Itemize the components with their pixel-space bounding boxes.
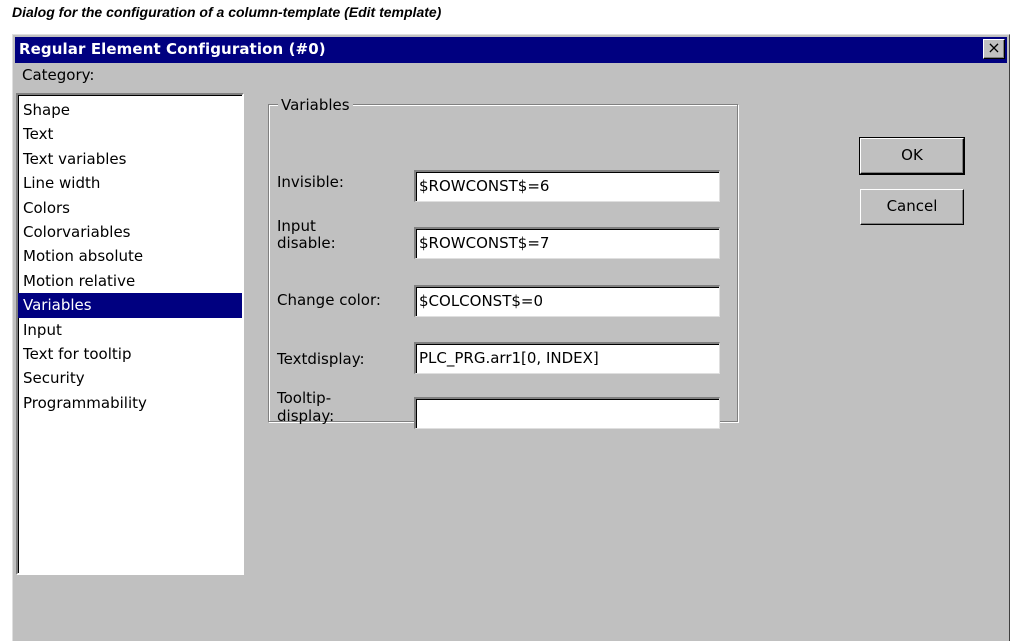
textdisplay-label: Textdisplay:: [277, 350, 365, 368]
list-item-selected[interactable]: Variables: [18, 293, 242, 318]
change-color-field[interactable]: $COLCONST$=0: [414, 285, 720, 317]
tooltip-display-label-line2: display:: [277, 407, 335, 425]
dialog-title: Regular Element Configuration (#0): [19, 40, 326, 58]
list-item[interactable]: Input: [18, 318, 242, 342]
groupbox-title: Variables: [278, 96, 353, 114]
list-item[interactable]: Security: [18, 366, 242, 390]
list-item[interactable]: Motion absolute: [18, 244, 242, 268]
list-item[interactable]: Text variables: [18, 147, 242, 171]
variables-groupbox: [268, 104, 738, 422]
list-item[interactable]: Colorvariables: [18, 220, 242, 244]
input-disable-label-line2: disable:: [277, 234, 336, 252]
invisible-label: Invisible:: [277, 173, 344, 191]
tooltip-display-field[interactable]: [414, 397, 720, 429]
textdisplay-field[interactable]: PLC_PRG.arr1[0, INDEX]: [414, 342, 720, 374]
list-item[interactable]: Shape: [18, 98, 242, 122]
title-bar[interactable]: Regular Element Configuration (#0) ×: [15, 37, 1007, 63]
invisible-field[interactable]: $ROWCONST$=6: [414, 170, 720, 202]
change-color-label: Change color:: [277, 291, 381, 309]
tooltip-display-label-line1: Tooltip-: [277, 389, 332, 407]
ok-button[interactable]: OK: [859, 137, 965, 175]
list-item[interactable]: Programmability: [18, 391, 242, 415]
input-disable-field[interactable]: $ROWCONST$=7: [414, 227, 720, 259]
list-item[interactable]: Text: [18, 122, 242, 146]
category-listbox[interactable]: Shape Text Text variables Line width Col…: [16, 93, 244, 575]
close-button[interactable]: ×: [983, 39, 1005, 59]
list-item[interactable]: Text for tooltip: [18, 342, 242, 366]
cancel-button[interactable]: Cancel: [860, 189, 964, 225]
input-disable-label-line1: Input: [277, 217, 316, 235]
list-item[interactable]: Colors: [18, 196, 242, 220]
list-item[interactable]: Line width: [18, 171, 242, 195]
close-icon: ×: [987, 38, 1001, 57]
category-label: Category:: [22, 66, 95, 84]
figure-caption: Dialog for the configuration of a column…: [12, 4, 442, 20]
list-item[interactable]: Motion relative: [18, 269, 242, 293]
